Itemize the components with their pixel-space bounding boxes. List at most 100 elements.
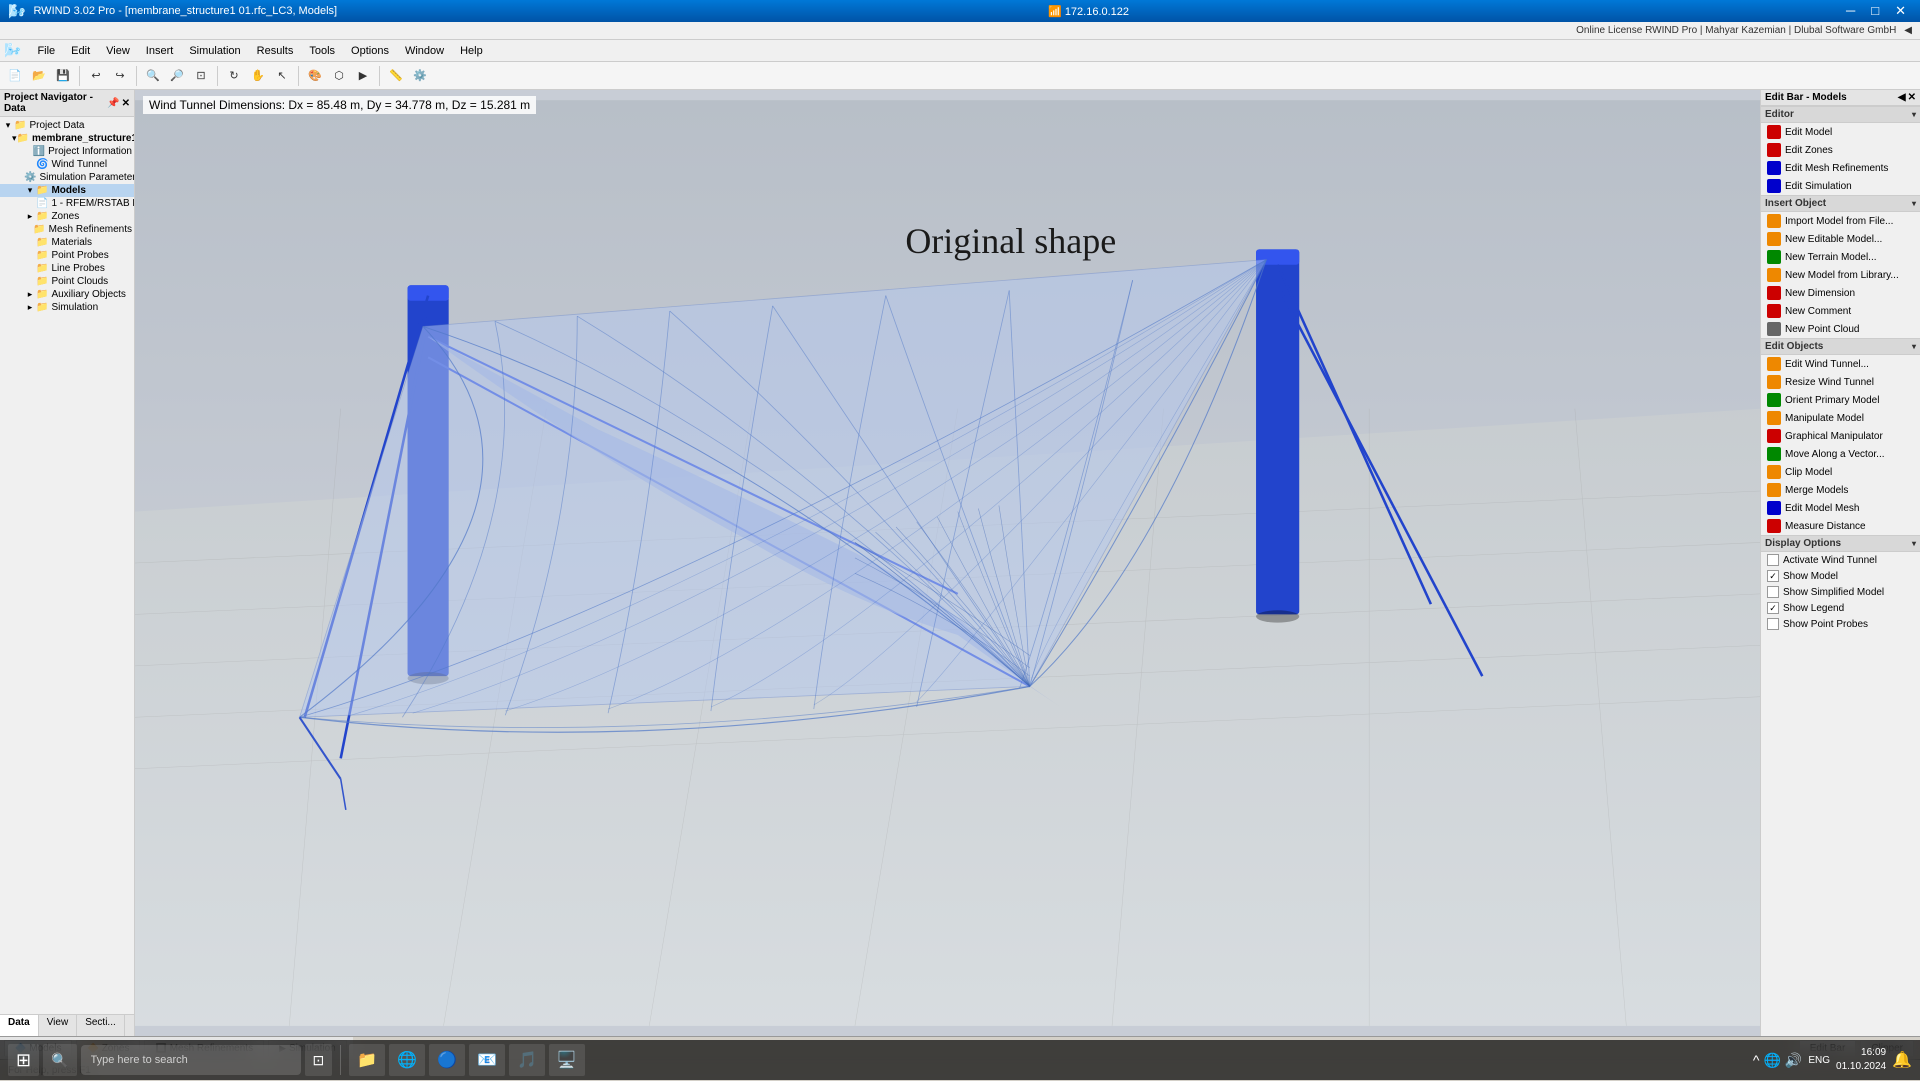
item-new-terrain[interactable]: New Terrain Model... <box>1761 248 1920 266</box>
tab-view[interactable]: View <box>39 1015 78 1036</box>
item-new-editable[interactable]: New Editable Model... <box>1761 230 1920 248</box>
toolbar-select[interactable]: ↖ <box>271 65 293 87</box>
tree-membrane-structure[interactable]: ▾ 📁 membrane_structure1 <box>0 132 134 145</box>
checkbox-show-simplified[interactable] <box>1767 586 1779 598</box>
item-import-model[interactable]: Import Model from File... <box>1761 212 1920 230</box>
menu-results[interactable]: Results <box>249 43 302 59</box>
item-move-vector[interactable]: Move Along a Vector... <box>1761 445 1920 463</box>
tree-wind-tunnel[interactable]: 🌀 Wind Tunnel <box>0 158 134 171</box>
menu-edit[interactable]: Edit <box>63 43 98 59</box>
item-graphical-manipulator[interactable]: Graphical Manipulator <box>1761 427 1920 445</box>
minimize-button[interactable]: ─ <box>1840 3 1861 19</box>
panel-close-right-icon[interactable]: ✕ <box>1908 92 1916 103</box>
center-viewport[interactable]: Wind Tunnel Dimensions: Dx = 85.48 m, Dy… <box>135 90 1760 1036</box>
item-clip-model[interactable]: Clip Model <box>1761 463 1920 481</box>
viewport-canvas[interactable] <box>135 90 1760 1036</box>
item-show-point-probes[interactable]: Show Point Probes <box>1761 616 1920 632</box>
toolbar-save[interactable]: 💾 <box>52 65 74 87</box>
item-edit-simulation[interactable]: Edit Simulation <box>1761 177 1920 195</box>
tree-simulation[interactable]: ▸ 📁 Simulation <box>0 301 134 314</box>
tree-models[interactable]: ▾ 📁 Models <box>0 184 134 197</box>
toolbar-undo[interactable]: ↩ <box>85 65 107 87</box>
menu-options[interactable]: Options <box>343 43 397 59</box>
time-display[interactable]: 16:09 01.10.2024 <box>1836 1046 1886 1074</box>
tree-sim-params[interactable]: ⚙️ Simulation Parameters <box>0 171 134 184</box>
section-editor-arrow[interactable]: ▾ <box>1912 110 1916 119</box>
tray-up-arrow[interactable]: ^ <box>1753 1052 1760 1068</box>
section-edit-objects-arrow[interactable]: ▾ <box>1912 342 1916 351</box>
item-measure-distance[interactable]: Measure Distance <box>1761 517 1920 535</box>
maximize-button[interactable]: □ <box>1865 3 1885 19</box>
panel-pin-icon[interactable]: 📌 <box>107 98 119 109</box>
toolbar-fit[interactable]: ⊡ <box>190 65 212 87</box>
tree-point-probes[interactable]: 📁 Point Probes <box>0 249 134 262</box>
toolbar-zoom-in[interactable]: 🔍 <box>142 65 164 87</box>
taskbar-mail[interactable]: 📧 <box>469 1044 505 1076</box>
item-edit-zones[interactable]: Edit Zones <box>1761 141 1920 159</box>
toolbar-zoom-out[interactable]: 🔎 <box>166 65 188 87</box>
item-orient-primary-model[interactable]: Orient Primary Model <box>1761 391 1920 409</box>
toolbar-rotate[interactable]: ↻ <box>223 65 245 87</box>
start-button[interactable]: ⊞ <box>8 1044 39 1076</box>
toolbar-simulate[interactable]: ▶ <box>352 65 374 87</box>
item-new-dimension[interactable]: New Dimension <box>1761 284 1920 302</box>
item-edit-wind-tunnel[interactable]: Edit Wind Tunnel... <box>1761 355 1920 373</box>
item-show-legend[interactable]: ✓ Show Legend <box>1761 600 1920 616</box>
tree-materials[interactable]: 📁 Materials <box>0 236 134 249</box>
item-new-library[interactable]: New Model from Library... <box>1761 266 1920 284</box>
item-merge-models[interactable]: Merge Models <box>1761 481 1920 499</box>
toolbar-measure[interactable]: 📏 <box>385 65 407 87</box>
menu-help[interactable]: Help <box>452 43 491 59</box>
item-resize-wind-tunnel[interactable]: Resize Wind Tunnel <box>1761 373 1920 391</box>
taskbar-explorer[interactable]: 📁 <box>349 1044 385 1076</box>
toolbar-open[interactable]: 📂 <box>28 65 50 87</box>
menu-tools[interactable]: Tools <box>301 43 343 59</box>
tree-point-clouds[interactable]: 📁 Point Clouds <box>0 275 134 288</box>
toolbar-pan[interactable]: ✋ <box>247 65 269 87</box>
close-button[interactable]: ✕ <box>1889 3 1912 19</box>
notification-icon[interactable]: 🔔 <box>1892 1050 1912 1070</box>
tree-project-data[interactable]: ▾ 📁 Project Data <box>0 119 134 132</box>
tree-mesh-refinements[interactable]: 📁 Mesh Refinements <box>0 223 134 236</box>
item-new-comment[interactable]: New Comment <box>1761 302 1920 320</box>
toolbar-new[interactable]: 📄 <box>4 65 26 87</box>
tree-zones[interactable]: ▸ 📁 Zones <box>0 210 134 223</box>
search-button[interactable]: 🔍 <box>43 1044 76 1076</box>
toolbar-mesh[interactable]: ⬡ <box>328 65 350 87</box>
taskbar-edge[interactable]: 🌐 <box>389 1044 425 1076</box>
checkbox-show-pp[interactable] <box>1767 618 1779 630</box>
taskbar-chrome[interactable]: 🔵 <box>429 1044 465 1076</box>
panel-close-icon[interactable]: ✕ <box>122 98 130 109</box>
item-edit-mesh-refinements[interactable]: Edit Mesh Refinements <box>1761 159 1920 177</box>
tree-expand-project[interactable]: ▾ <box>2 120 14 131</box>
panel-arrow-icon[interactable]: ◀ <box>1898 92 1906 103</box>
menu-insert[interactable]: Insert <box>138 43 182 59</box>
tree-expand-models[interactable]: ▾ <box>24 185 36 196</box>
menu-simulation[interactable]: Simulation <box>181 43 248 59</box>
taskbar-app5[interactable]: 🎵 <box>509 1044 545 1076</box>
tray-sound-icon[interactable]: 🔊 <box>1785 1052 1802 1069</box>
tree-project-info[interactable]: ℹ️ Project Information <box>0 145 134 158</box>
section-display-arrow[interactable]: ▾ <box>1912 539 1916 548</box>
item-edit-model-mesh[interactable]: Edit Model Mesh <box>1761 499 1920 517</box>
item-manipulate-model[interactable]: Manipulate Model <box>1761 409 1920 427</box>
item-edit-model[interactable]: Edit Model <box>1761 123 1920 141</box>
checkbox-show-legend[interactable]: ✓ <box>1767 602 1779 614</box>
task-view-button[interactable]: ⊡ <box>305 1044 333 1076</box>
toolbar-settings[interactable]: ⚙️ <box>409 65 431 87</box>
toolbar-render[interactable]: 🎨 <box>304 65 326 87</box>
tree-aux-objects[interactable]: ▸ 📁 Auxiliary Objects <box>0 288 134 301</box>
taskbar-app6[interactable]: 🖥️ <box>549 1044 585 1076</box>
tree-rfem-model[interactable]: 📄 1 - RFEM/RSTAB Mo <box>0 197 134 210</box>
item-show-model[interactable]: ✓ Show Model <box>1761 568 1920 584</box>
menu-view[interactable]: View <box>98 43 138 59</box>
checkbox-activate-wt[interactable] <box>1767 554 1779 566</box>
item-new-point-cloud[interactable]: New Point Cloud <box>1761 320 1920 338</box>
search-input[interactable] <box>91 1054 271 1066</box>
tree-line-probes[interactable]: 📁 Line Probes <box>0 262 134 275</box>
toolbar-redo[interactable]: ↪ <box>109 65 131 87</box>
item-show-simplified-model[interactable]: Show Simplified Model <box>1761 584 1920 600</box>
tab-section[interactable]: Secti... <box>77 1015 125 1036</box>
checkbox-show-model[interactable]: ✓ <box>1767 570 1779 582</box>
tab-data[interactable]: Data <box>0 1015 39 1036</box>
